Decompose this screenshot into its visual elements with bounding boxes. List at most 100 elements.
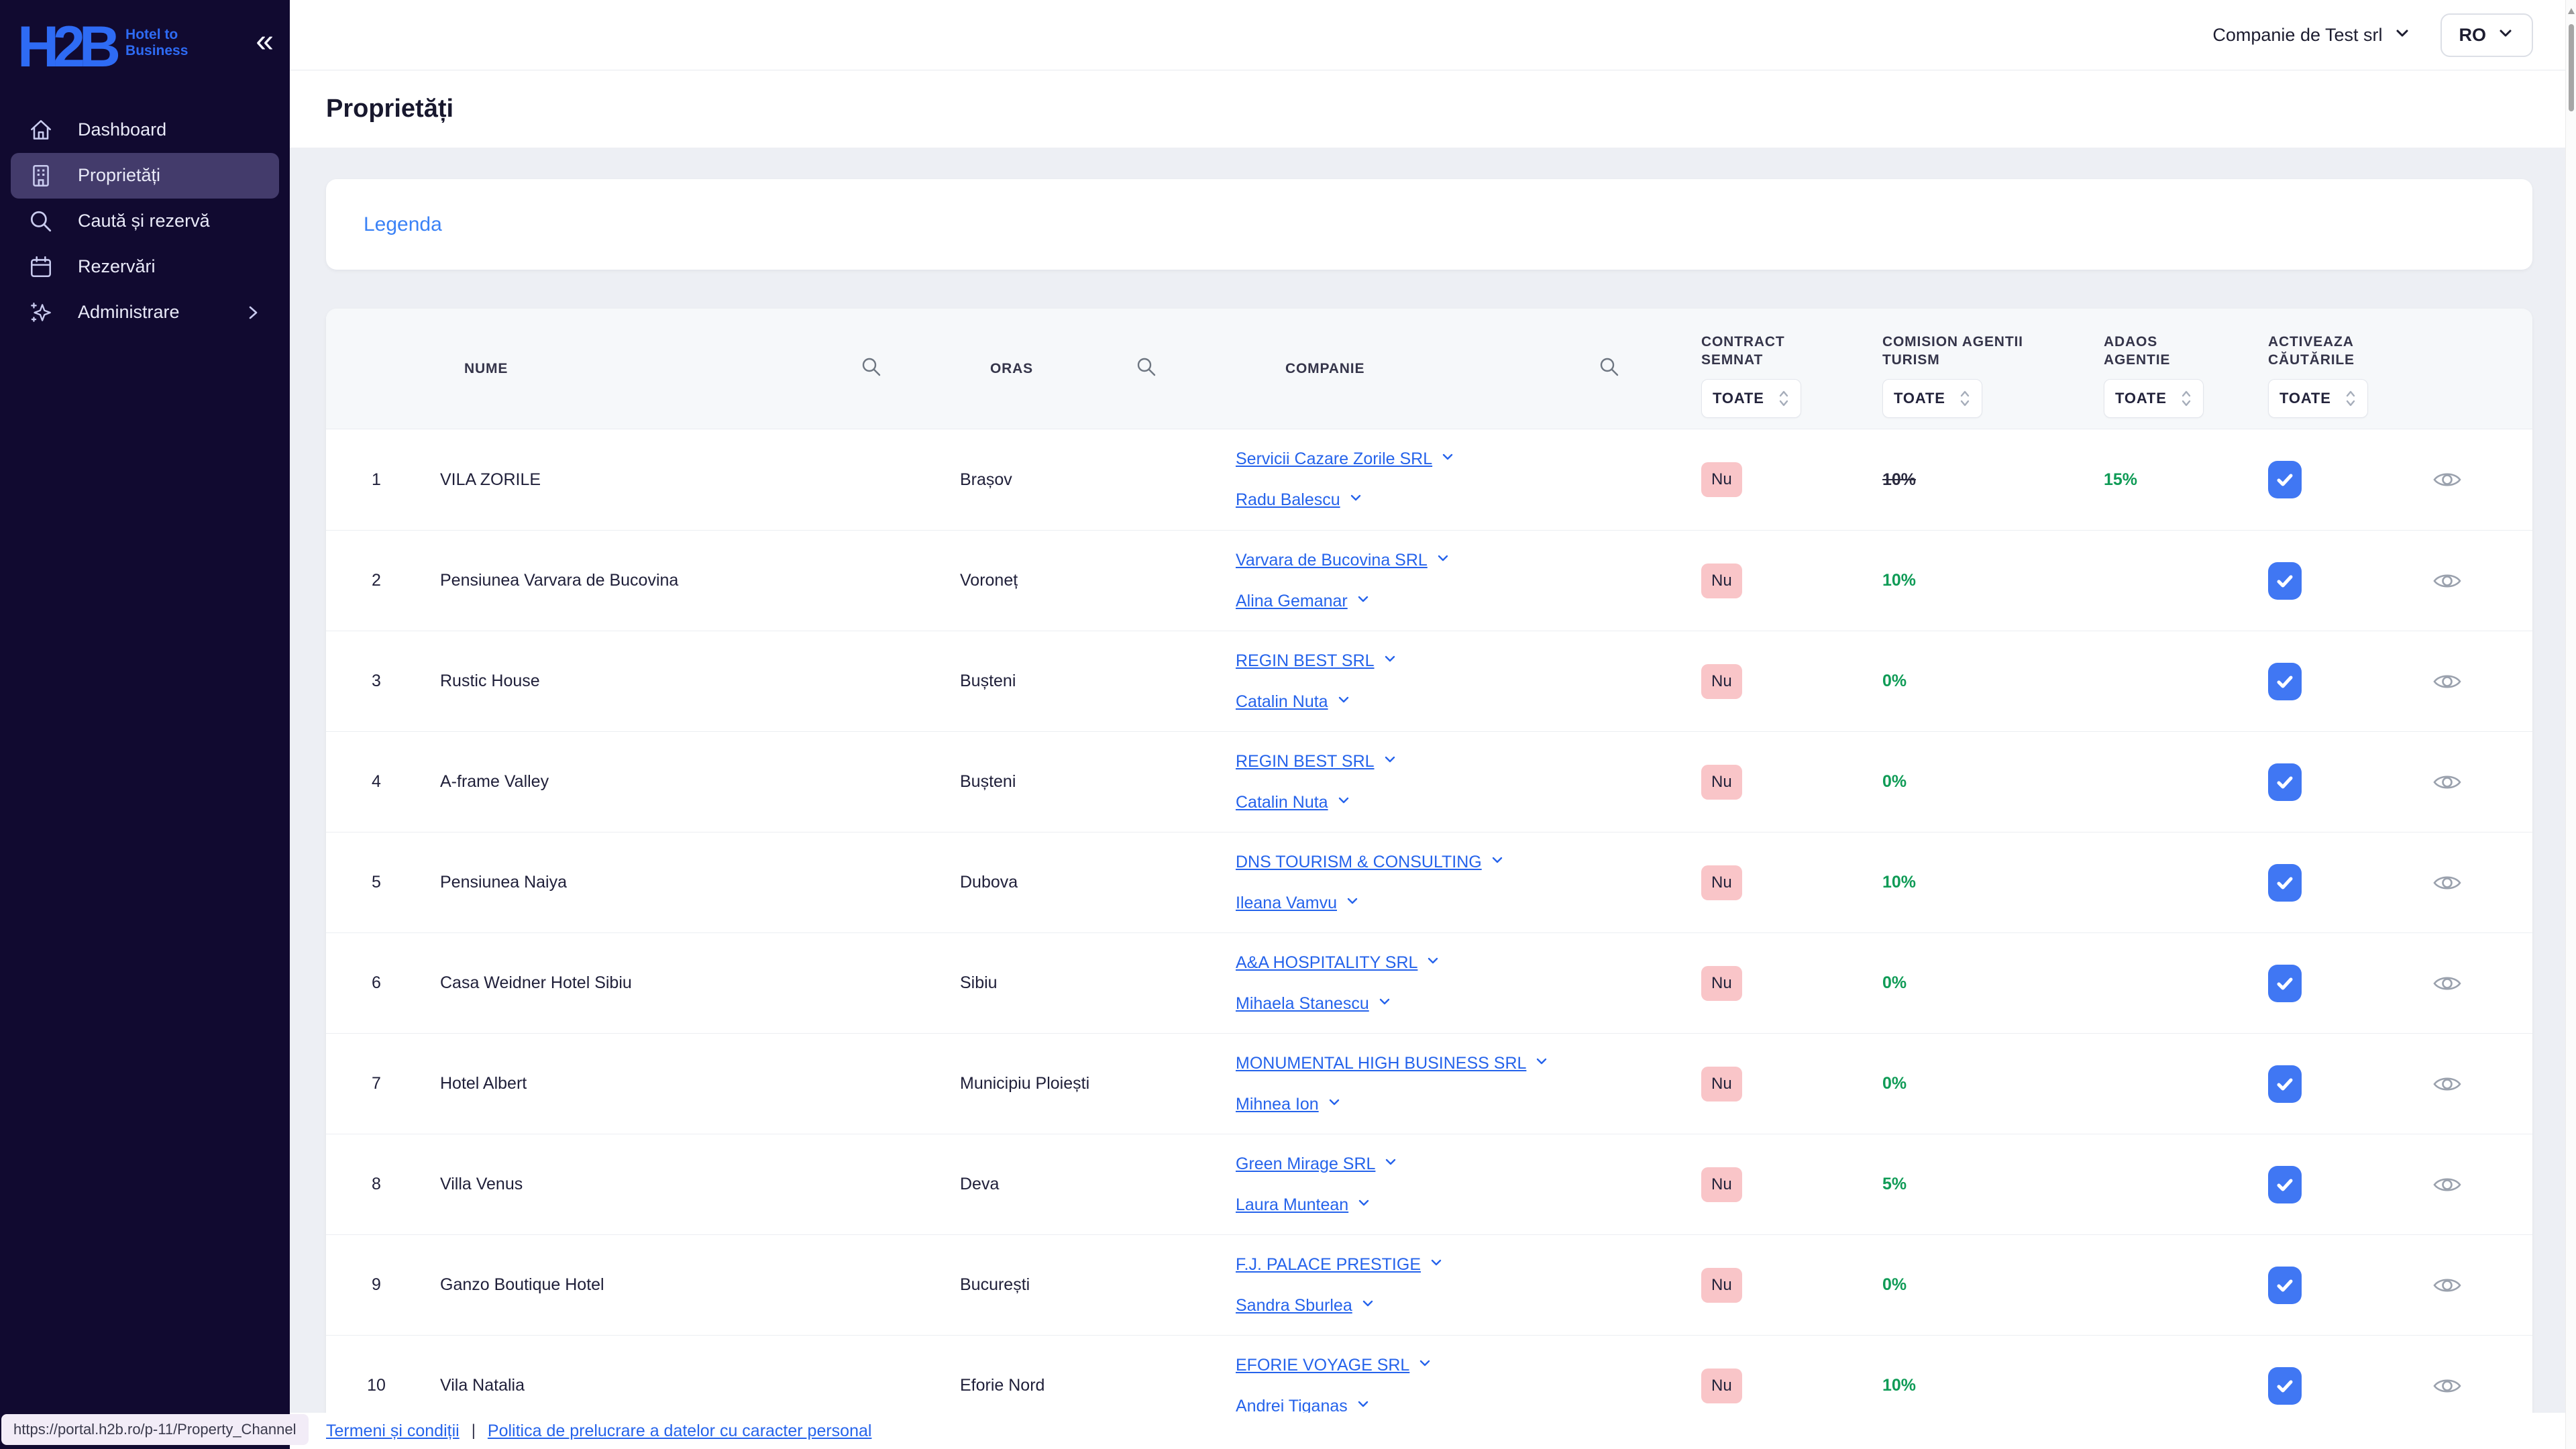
vertical-scrollbar[interactable] <box>2565 0 2576 1449</box>
eye-icon[interactable] <box>2432 671 2462 692</box>
activate-checkbox[interactable] <box>2268 662 2302 700</box>
markup-filter-select[interactable]: TOATE <box>2104 378 2204 418</box>
chevron-down-icon[interactable] <box>1534 1054 1549 1073</box>
contact-link[interactable]: Sandra Sburlea <box>1236 1296 1352 1316</box>
row-index: 10 <box>367 1376 386 1395</box>
company-cell: EFORIE VOYAGE SRL Andrei Tiganas <box>1225 1356 1661 1416</box>
sidebar-item-search[interactable]: Caută și rezervă <box>11 199 279 244</box>
chevron-down-icon[interactable] <box>1356 1195 1371 1215</box>
table-row: 3 Rustic House Bușteni REGIN BEST SRL Ca… <box>326 631 2532 731</box>
chevron-down-icon[interactable] <box>1383 1155 1398 1174</box>
chevron-down-icon[interactable] <box>1345 894 1360 913</box>
sidebar-item-home[interactable]: Dashboard <box>11 107 279 153</box>
property-name: Rustic House <box>440 672 540 690</box>
table-row: 9 Ganzo Boutique Hotel București F.J. PA… <box>326 1234 2532 1335</box>
contact-link[interactable]: Ileana Vamvu <box>1236 894 1337 913</box>
company-link[interactable]: REGIN BEST SRL <box>1236 651 1375 671</box>
eye-icon[interactable] <box>2432 469 2462 490</box>
company-link[interactable]: Varvara de Bucovina SRL <box>1236 551 1428 570</box>
activate-checkbox[interactable] <box>2268 763 2302 801</box>
sidebar-collapse-icon[interactable]: « <box>256 25 274 58</box>
chevron-down-icon[interactable] <box>1440 449 1455 469</box>
chevron-down-icon[interactable] <box>1429 1255 1444 1275</box>
company-link[interactable]: F.J. PALACE PRESTIGE <box>1236 1255 1421 1275</box>
activate-cell <box>2218 662 2362 700</box>
contract-cell: Nu <box>1661 1267 1856 1303</box>
property-name: Hotel Albert <box>440 1074 527 1093</box>
chevron-down-icon[interactable] <box>1327 1095 1342 1114</box>
eye-icon[interactable] <box>2432 1275 2462 1296</box>
scroll-up-icon[interactable] <box>2568 8 2575 14</box>
chevron-down-icon[interactable] <box>1490 853 1505 872</box>
company-link[interactable]: DNS TOURISM & CONSULTING <box>1236 853 1482 872</box>
company-link[interactable]: REGIN BEST SRL <box>1236 752 1375 771</box>
activate-checkbox[interactable] <box>2268 561 2302 600</box>
contact-link[interactable]: Radu Balescu <box>1236 490 1340 510</box>
view-cell <box>2362 872 2532 894</box>
privacy-link[interactable]: Politica de prelucrare a datelor cu cara… <box>488 1421 872 1441</box>
chevron-down-icon[interactable] <box>1436 551 1450 570</box>
scrollbar-thumb[interactable] <box>2569 24 2574 111</box>
sidebar-item-calendar[interactable]: Rezervări <box>11 244 279 290</box>
company-selector[interactable]: Companie de Test srl <box>2212 24 2410 46</box>
chevron-down-icon[interactable] <box>1383 752 1397 771</box>
contact-link[interactable]: Mihnea Ion <box>1236 1095 1319 1114</box>
company-link[interactable]: Green Mirage SRL <box>1236 1155 1375 1174</box>
search-icon[interactable] <box>1598 356 1621 382</box>
commission-filter-select[interactable]: TOATE <box>1882 378 1982 418</box>
commission-cell: 10% <box>1882 873 1917 892</box>
legend-toggle[interactable]: Legenda <box>364 213 442 236</box>
chevron-down-icon[interactable] <box>1360 1296 1375 1316</box>
company-link[interactable]: Servicii Cazare Zorile SRL <box>1236 449 1432 469</box>
activate-checkbox[interactable] <box>2268 964 2302 1002</box>
chevron-down-icon[interactable] <box>1383 651 1397 671</box>
chevron-down-icon[interactable] <box>1426 953 1440 973</box>
stepper-icon <box>1960 390 1969 406</box>
search-icon[interactable] <box>860 356 883 382</box>
company-link[interactable]: EFORIE VOYAGE SRL <box>1236 1356 1409 1375</box>
chevron-down-icon[interactable] <box>1356 592 1371 611</box>
content: Legenda NUME ORAS COMPANIE CONTRACT SEMN… <box>290 148 2576 1449</box>
activate-checkbox[interactable] <box>2268 1065 2302 1103</box>
contact-link[interactable]: Laura Muntean <box>1236 1195 1348 1215</box>
chevron-down-icon[interactable] <box>1336 692 1351 712</box>
row-index: 4 <box>372 772 381 791</box>
company-link[interactable]: A&A HOSPITALITY SRL <box>1236 953 1417 973</box>
eye-icon[interactable] <box>2432 1174 2462 1195</box>
chevron-down-icon[interactable] <box>1336 793 1351 812</box>
contract-badge: Nu <box>1701 563 1742 598</box>
sidebar-item-building[interactable]: Proprietăți <box>11 152 279 199</box>
eye-icon[interactable] <box>2432 973 2462 994</box>
chevron-down-icon[interactable] <box>1377 994 1392 1014</box>
col-city-label: ORAS <box>990 360 1034 376</box>
chevron-down-icon[interactable] <box>1417 1356 1432 1375</box>
view-cell <box>2362 671 2532 692</box>
activate-checkbox[interactable] <box>2268 863 2302 902</box>
eye-icon[interactable] <box>2432 1375 2462 1397</box>
activate-checkbox[interactable] <box>2268 1266 2302 1304</box>
contract-cell: Nu <box>1661 1368 1856 1403</box>
eye-icon[interactable] <box>2432 570 2462 592</box>
company-link[interactable]: MONUMENTAL HIGH BUSINESS SRL <box>1236 1054 1526 1073</box>
activate-checkbox[interactable] <box>2268 461 2302 498</box>
activate-filter-select[interactable]: TOATE <box>2268 378 2368 418</box>
col-markup-label: ADAOS AGENTIE <box>2104 334 2171 368</box>
search-icon[interactable] <box>1135 356 1158 382</box>
chevron-down-icon <box>2394 24 2411 46</box>
contact-link[interactable]: Mihaela Stanescu <box>1236 994 1369 1014</box>
activate-checkbox[interactable] <box>2268 1165 2302 1203</box>
contract-filter-select[interactable]: TOATE <box>1701 378 1801 418</box>
contact-link[interactable]: Catalin Nuta <box>1236 793 1328 812</box>
sidebar-item-sparkles[interactable]: Administrare <box>11 290 279 335</box>
chevron-down-icon[interactable] <box>1348 490 1363 510</box>
language-selector[interactable]: RO <box>2440 13 2533 57</box>
eye-icon[interactable] <box>2432 1073 2462 1095</box>
contact-link[interactable]: Catalin Nuta <box>1236 692 1328 712</box>
terms-link[interactable]: Termeni și condiții <box>326 1421 460 1441</box>
activate-checkbox[interactable] <box>2268 1366 2302 1405</box>
contact-link[interactable]: Alina Gemanar <box>1236 592 1348 611</box>
eye-icon[interactable] <box>2432 771 2462 793</box>
company-cell: DNS TOURISM & CONSULTING Ileana Vamvu <box>1225 853 1661 913</box>
properties-table: NUME ORAS COMPANIE CONTRACT SEMNAT TOATE… <box>326 309 2532 1449</box>
eye-icon[interactable] <box>2432 872 2462 894</box>
